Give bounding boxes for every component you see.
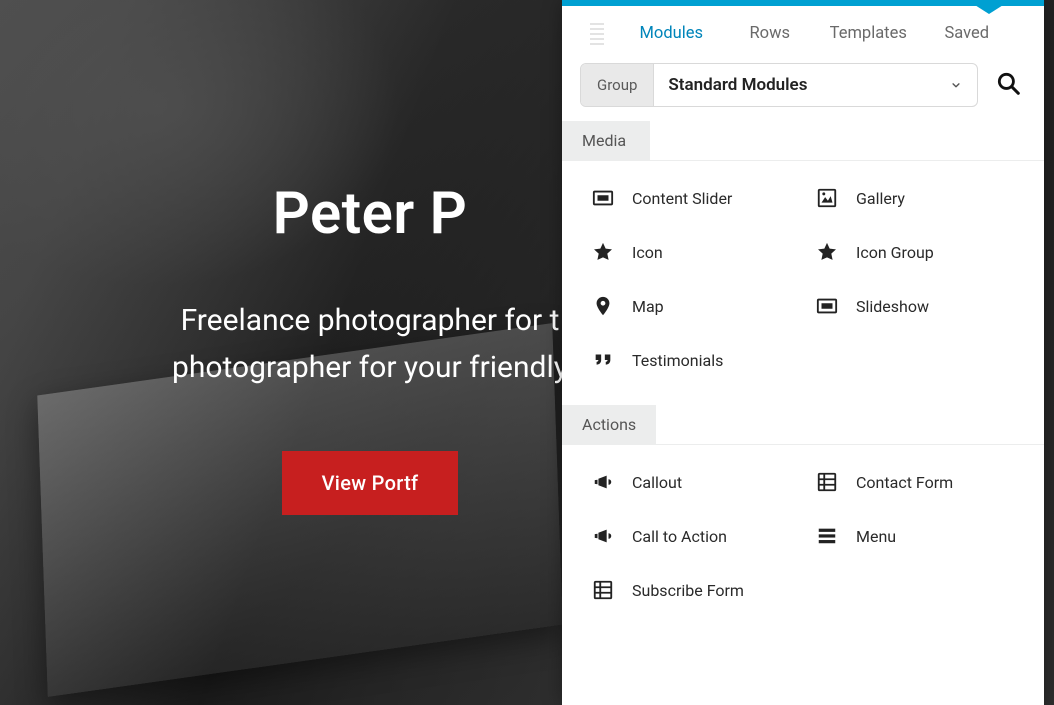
module-label: Content Slider (632, 189, 732, 208)
panel-arrow-icon (967, 0, 1011, 14)
module-label: Menu (856, 527, 896, 546)
star-icon (592, 241, 614, 263)
module-menu[interactable]: Menu (816, 525, 1020, 547)
chevron-down-icon (949, 78, 963, 92)
filter-row: Group Standard Modules (562, 59, 1044, 121)
hero-subtitle-line1: Freelance photographer for t (181, 303, 560, 338)
module-group-select[interactable]: Standard Modules (654, 64, 977, 106)
form-icon (592, 579, 614, 601)
module-map[interactable]: Map (592, 295, 796, 317)
module-content-slider[interactable]: Content Slider (592, 187, 796, 209)
section-header: Actions (562, 405, 1044, 445)
module-gallery[interactable]: Gallery (816, 187, 1020, 209)
module-label: Icon (632, 243, 663, 262)
gallery-icon (816, 187, 838, 209)
module-testimonials[interactable]: Testimonials (592, 349, 796, 371)
module-slideshow[interactable]: Slideshow (816, 295, 1020, 317)
module-icon[interactable]: Icon (592, 241, 796, 263)
star-icon (816, 241, 838, 263)
module-label: Gallery (856, 189, 905, 208)
form-icon (816, 471, 838, 493)
section-title: Media (562, 121, 650, 160)
tab-saved[interactable]: Saved (918, 16, 1017, 51)
module-label: Map (632, 297, 664, 316)
module-label: Callout (632, 473, 682, 492)
modules-scroll[interactable]: Media Content Slider Gallery Icon Icon Group… (562, 121, 1044, 705)
module-contact-form[interactable]: Contact Form (816, 471, 1020, 493)
module-label: Contact Form (856, 473, 953, 492)
group-label: Group (581, 64, 654, 106)
builder-panel: ModulesRowsTemplatesSaved Group Standard… (562, 0, 1044, 705)
module-label: Slideshow (856, 297, 929, 316)
tab-rows[interactable]: Rows (721, 16, 820, 51)
module-label: Icon Group (856, 243, 934, 262)
search-icon (995, 70, 1021, 100)
bullhorn-icon (592, 525, 614, 547)
panel-accent-bar (562, 0, 1044, 6)
section-title: Actions (562, 405, 656, 444)
module-group-selected: Standard Modules (668, 75, 807, 95)
module-label: Call to Action (632, 527, 727, 546)
slider-icon (816, 295, 838, 317)
module-call-to-action[interactable]: Call to Action (592, 525, 796, 547)
menu-icon (816, 525, 838, 547)
search-button[interactable] (990, 67, 1026, 103)
view-portfolio-button[interactable]: View Portf (282, 451, 459, 515)
map-pin-icon (592, 295, 614, 317)
module-label: Subscribe Form (632, 581, 744, 600)
section-header: Media (562, 121, 1044, 161)
slider-icon (592, 187, 614, 209)
module-label: Testimonials (632, 351, 723, 370)
module-grid: Content Slider Gallery Icon Icon Group Map Sl… (562, 161, 1044, 405)
module-subscribe-form[interactable]: Subscribe Form (592, 579, 796, 601)
bullhorn-icon (592, 471, 614, 493)
hero-subtitle-line2: photographer for your friendly (172, 350, 568, 385)
module-callout[interactable]: Callout (592, 471, 796, 493)
drag-handle-icon[interactable] (590, 23, 604, 45)
tab-templates[interactable]: Templates (819, 16, 918, 51)
module-icon-group[interactable]: Icon Group (816, 241, 1020, 263)
tab-modules[interactable]: Modules (622, 16, 721, 51)
quote-icon (592, 349, 614, 371)
group-filter: Group Standard Modules (580, 63, 978, 107)
module-grid: Callout Contact Form Call to Action Menu Sub… (562, 445, 1044, 635)
